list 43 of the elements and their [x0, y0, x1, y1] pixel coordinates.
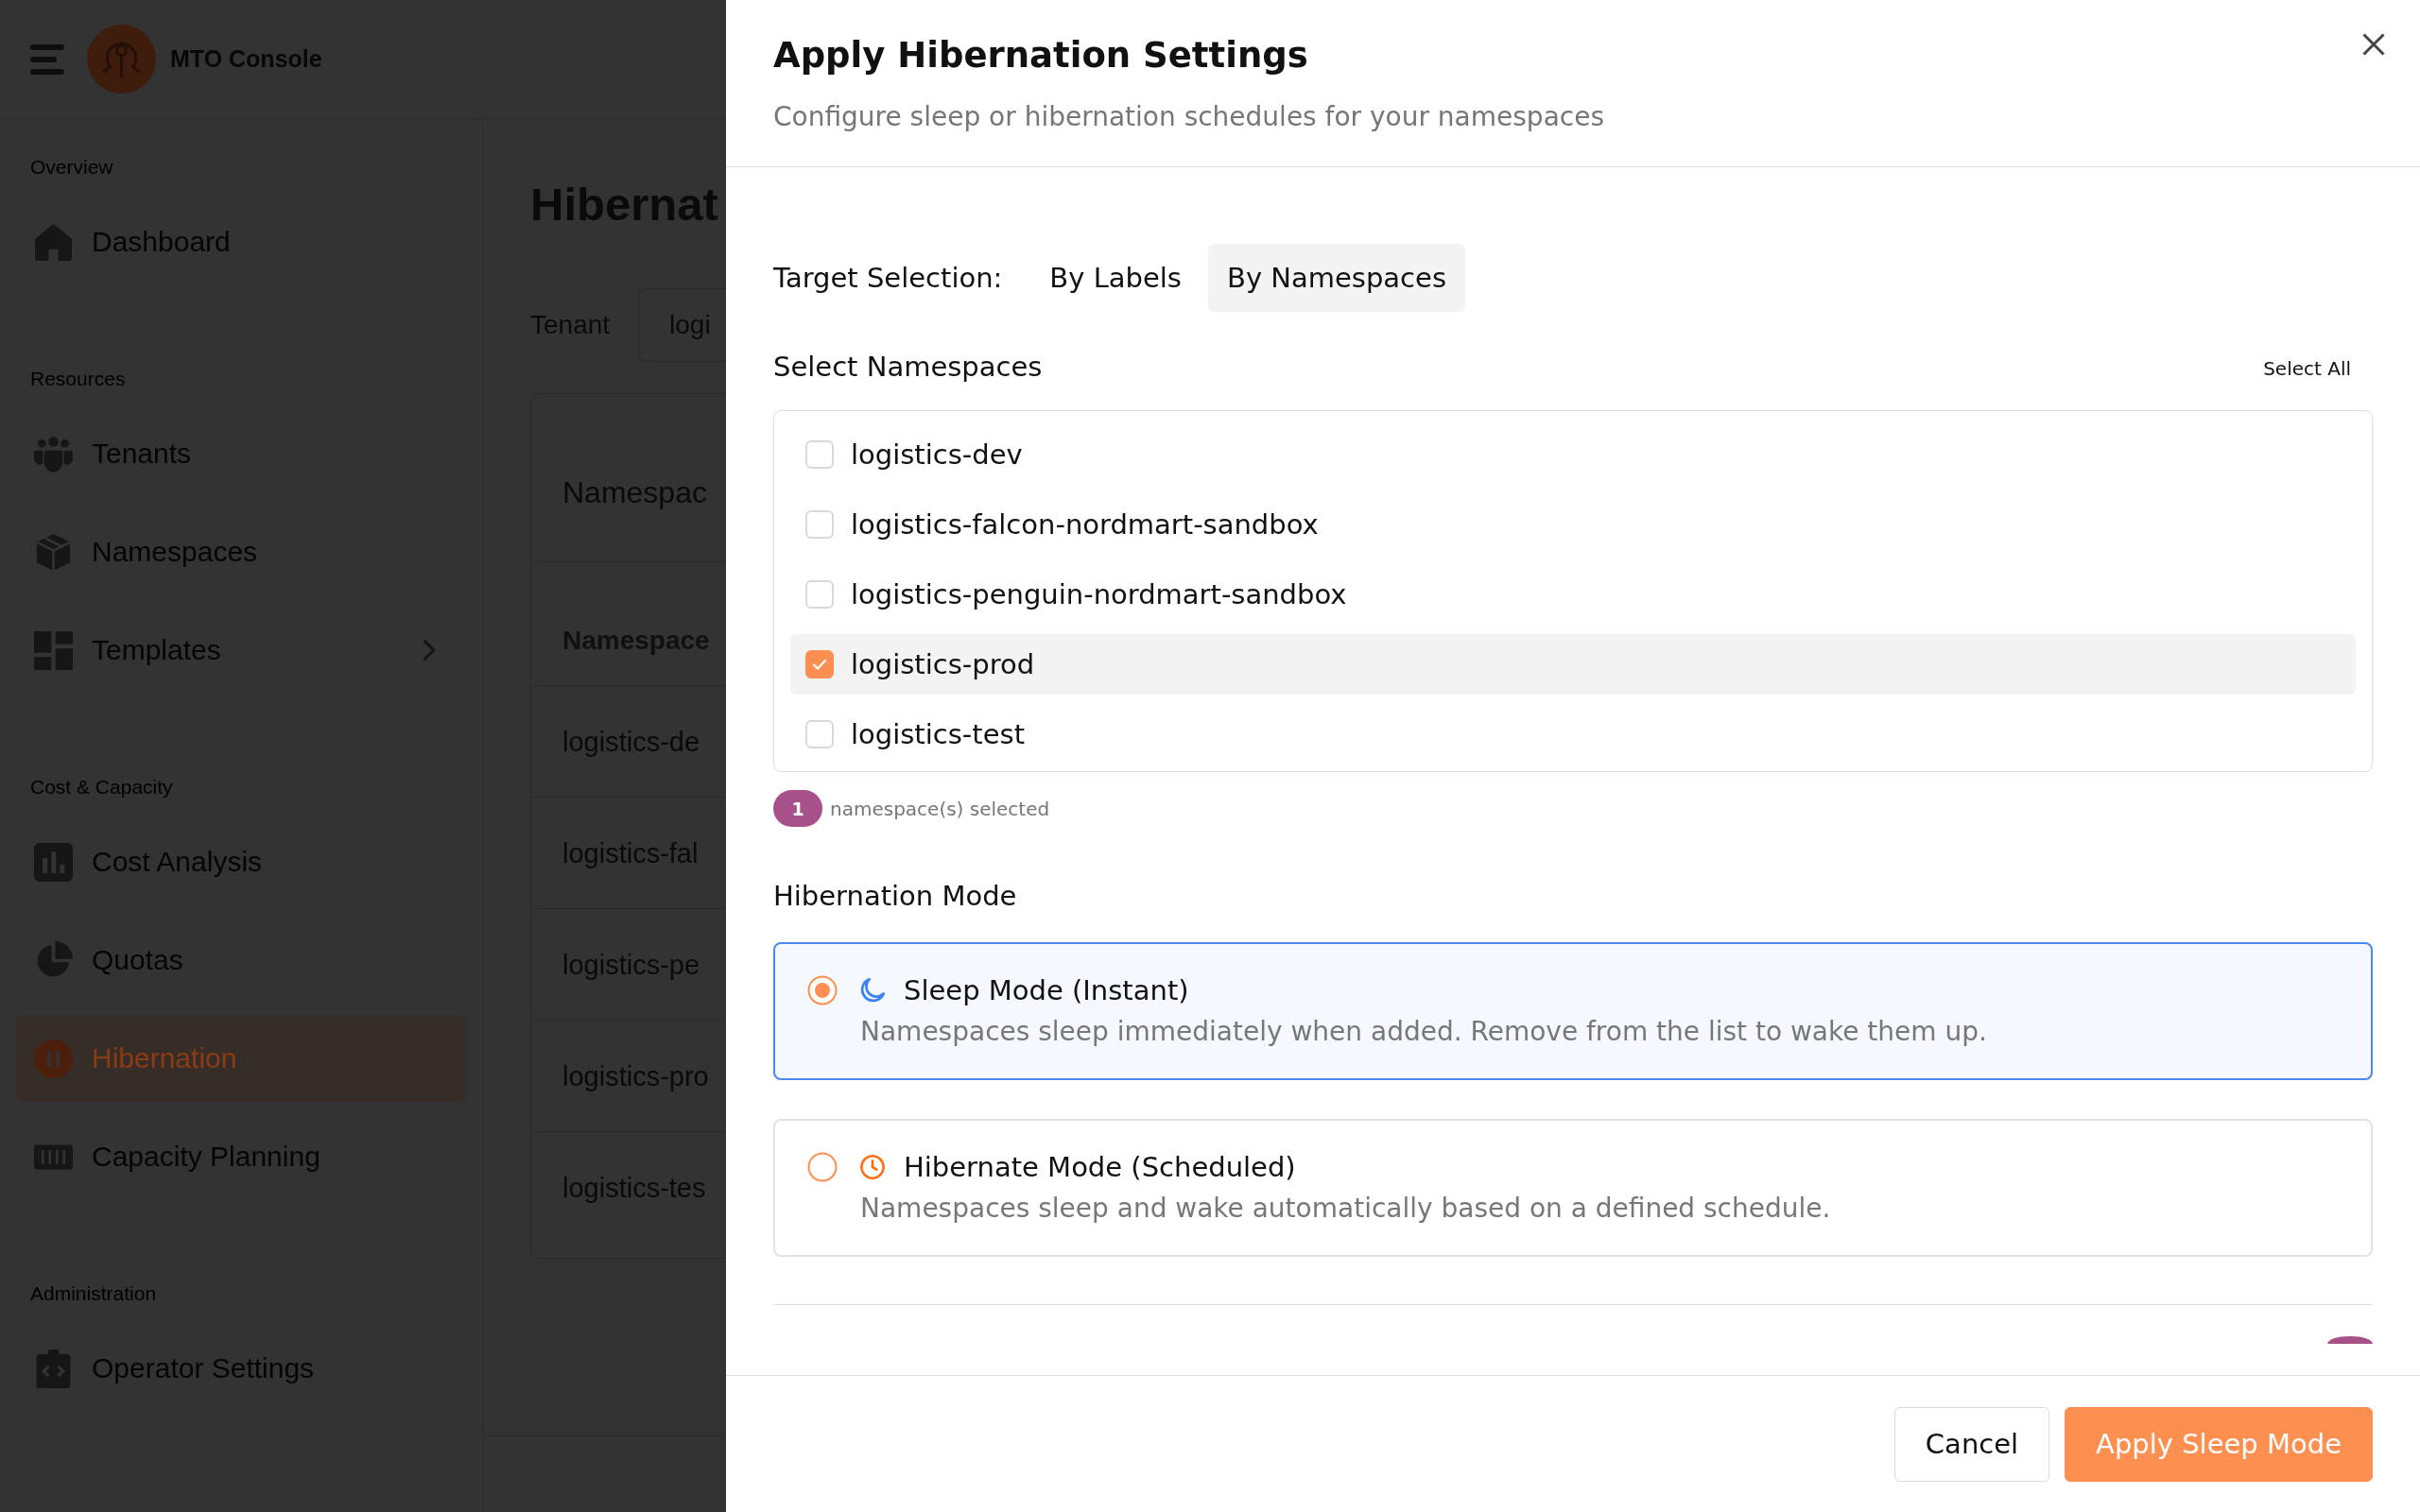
select-all-link[interactable]: Select All [2263, 353, 2351, 384]
namespace-option[interactable]: logistics-dev [790, 424, 2356, 485]
mode-title: Hibernate Mode (Scheduled) [904, 1150, 1296, 1185]
checkbox[interactable] [805, 720, 834, 748]
mode-option-card[interactable]: Sleep Mode (Instant) Namespaces sleep immediately when added. Remove from the list to wake them up. [773, 942, 2373, 1080]
section-label: Hibernation Mode [773, 879, 1017, 913]
segment-button[interactable]: By Namespaces [1208, 244, 1465, 312]
mode-option-card[interactable]: Hibernate Mode (Scheduled) Namespaces sleep and wake automatically based on a defined schedule. [773, 1119, 2373, 1257]
moon-icon [860, 978, 885, 1003]
target-selection-label: Target Selection: [773, 262, 1003, 294]
dashboard-grid-icon [34, 630, 73, 670]
namespace-option[interactable]: logistics-falcon-nordmart-sandbox [790, 494, 2356, 555]
radio-button[interactable] [807, 975, 838, 1005]
namespace-option[interactable]: logistics-prod [790, 634, 2356, 695]
mode-description: Namespaces sleep immediately when added. Remove from the list to wake them up. [860, 1015, 1988, 1049]
clock-icon [860, 1155, 885, 1179]
close-button[interactable] [2362, 33, 2385, 56]
segment-button[interactable]: By Labels [1030, 244, 1201, 312]
clipboard-code-icon [34, 1349, 73, 1388]
dialog-subtitle: Configure sleep or hibernation schedules for your namespaces [773, 100, 1604, 134]
home-icon [34, 222, 73, 262]
people-icon [34, 434, 73, 473]
section-label: Select Namespaces [773, 350, 1043, 384]
checkbox[interactable] [805, 650, 834, 679]
toggle-switch[interactable] [2327, 1336, 2373, 1344]
mode-description: Namespaces sleep and wake automatically based on a defined schedule. [860, 1192, 1832, 1226]
mode-title: Sleep Mode (Instant) [904, 973, 1189, 1008]
dialog-title: Apply Hibernation Settings [773, 34, 1308, 77]
namespace-option[interactable]: logistics-test [790, 704, 2356, 765]
selection-count-text: namespace(s) selected [830, 797, 1050, 820]
bar-chart-icon [34, 842, 73, 882]
checkbox[interactable] [805, 510, 834, 539]
menu-icon[interactable] [30, 43, 64, 75]
count-badge: 1 [773, 790, 822, 827]
logo-icon [87, 25, 156, 94]
cube-icon [34, 532, 73, 572]
namespace-option[interactable]: logistics-penguin-nordmart-sandbox [790, 564, 2356, 625]
cancel-button[interactable]: Cancel [1893, 1406, 2050, 1482]
checkbox[interactable] [805, 440, 834, 469]
pause-icon [34, 1039, 73, 1078]
close-icon [2362, 33, 2385, 56]
checkbox[interactable] [805, 580, 834, 609]
radio-button[interactable] [807, 1152, 838, 1182]
